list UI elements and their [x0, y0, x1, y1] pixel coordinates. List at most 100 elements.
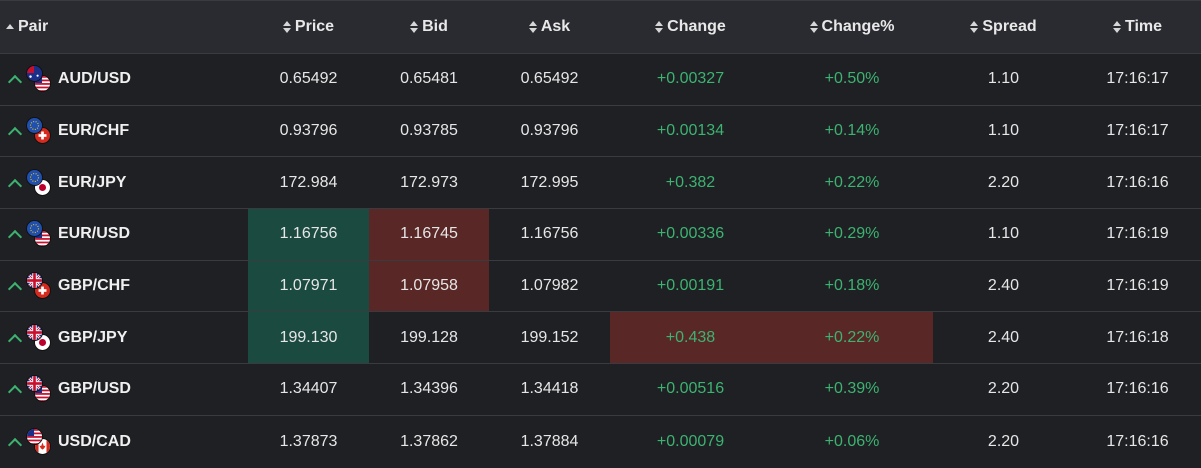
- trend-up-icon: [7, 178, 23, 193]
- pair-label: GBP/CHF: [58, 277, 130, 295]
- price-cell: 1.16756: [248, 209, 369, 260]
- pair-label: EUR/USD: [58, 225, 131, 243]
- flag-pair: [26, 117, 52, 145]
- spread-cell: 1.10: [987, 70, 1020, 88]
- table-row[interactable]: GBP/CHF 1.07971 1.07958 1.07982 +0.00191…: [0, 260, 1201, 313]
- time-cell: 17:16:19: [1106, 225, 1169, 243]
- ask-cell: 172.995: [520, 173, 579, 191]
- time-cell: 17:16:17: [1106, 122, 1169, 140]
- table-row[interactable]: EUR/USD 1.16756 1.16745 1.16756 +0.00336…: [0, 209, 1201, 261]
- flag-pair: [26, 427, 52, 456]
- price-cell: 199.130: [248, 312, 369, 364]
- table-row[interactable]: EUR/CHF 0.93796 0.93785 0.93796 +0.00134…: [0, 106, 1201, 158]
- uk-flag-icon: [26, 323, 43, 341]
- price-cell: 1.07971: [248, 260, 369, 312]
- change-cell: +0.00079: [656, 432, 725, 450]
- sort-icon: [410, 20, 419, 34]
- trend-up-icon: [7, 230, 23, 245]
- price-cell: 1.37873: [279, 432, 338, 450]
- table-row[interactable]: GBP/USD 1.34407 1.34396 1.34418 +0.00516…: [0, 364, 1201, 416]
- trend-up-icon: [7, 126, 23, 142]
- column-header-pair[interactable]: Pair: [0, 1, 248, 53]
- spread-cell: 2.20: [987, 173, 1020, 191]
- usa-flag-icon: [26, 427, 43, 445]
- flag-pair: [26, 220, 52, 248]
- change-pct-cell: +0.29%: [824, 225, 880, 243]
- change-cell: +0.00336: [656, 225, 725, 243]
- column-header-price[interactable]: Price: [248, 1, 369, 53]
- change-pct-cell: +0.18%: [824, 277, 880, 295]
- time-cell: 17:16:19: [1106, 277, 1169, 295]
- pair-cell: EUR/JPY: [0, 157, 248, 208]
- trend-up-icon: [7, 282, 23, 297]
- sort-icon: [282, 20, 291, 34]
- pair-cell: AUD/USD: [0, 54, 248, 105]
- column-header-change-label: Change: [667, 18, 726, 35]
- sort-icon: [809, 20, 818, 34]
- price-cell: 0.93796: [279, 122, 338, 140]
- table-header: Pair Price Bid Ask Change Change% Spread: [0, 1, 1201, 54]
- change-pct-cell: +0.14%: [824, 122, 880, 140]
- sort-icon: [1112, 20, 1121, 34]
- spread-cell: 1.10: [987, 122, 1020, 140]
- spread-cell: 2.40: [987, 328, 1020, 346]
- flag-pair: [26, 272, 52, 300]
- pair-cell: GBP/JPY: [0, 312, 248, 363]
- time-cell: 17:16:16: [1106, 380, 1169, 398]
- pair-cell: GBP/CHF: [0, 261, 248, 312]
- bid-cell: 172.973: [400, 173, 458, 191]
- column-header-bid[interactable]: Bid: [369, 1, 489, 53]
- column-header-pair-label: Pair: [18, 18, 49, 35]
- pair-label: EUR/CHF: [58, 122, 130, 140]
- table-row[interactable]: USD/CAD 1.37873 1.37862 1.37884 +0.00079…: [0, 416, 1201, 468]
- forex-quotes-table: Pair Price Bid Ask Change Change% Spread: [0, 0, 1201, 458]
- trend-up-icon: [7, 385, 23, 400]
- sort-icon: [970, 20, 979, 34]
- pair-label: USD/CAD: [58, 432, 131, 450]
- change-cell: +0.00191: [656, 277, 725, 295]
- column-header-change-pct-label: Change%: [821, 18, 895, 35]
- ask-cell: 1.16756: [520, 225, 579, 243]
- flag-pair: [26, 65, 52, 93]
- pair-label: AUD/USD: [58, 70, 131, 88]
- spread-cell: 1.10: [987, 225, 1020, 243]
- bid-cell: 199.128: [400, 328, 458, 346]
- change-pct-cell: +0.22%: [771, 312, 933, 364]
- flag-pair: [26, 323, 52, 352]
- bid-cell: 1.16745: [369, 209, 489, 260]
- trend-up-icon: [7, 437, 23, 452]
- column-header-spread-label: Spread: [982, 18, 1037, 35]
- column-header-time-label: Time: [1124, 18, 1163, 35]
- change-pct-cell: +0.50%: [824, 70, 880, 88]
- change-cell: +0.00134: [656, 122, 725, 140]
- column-header-ask-label: Ask: [540, 18, 571, 35]
- pair-cell: USD/CAD: [0, 416, 248, 468]
- pair-label: EUR/JPY: [58, 173, 127, 191]
- sort-icon: [655, 20, 664, 34]
- bid-cell: 0.93785: [400, 122, 458, 140]
- pair-label: GBP/JPY: [58, 328, 128, 346]
- column-header-spread[interactable]: Spread: [933, 1, 1074, 53]
- sort-icon: [528, 20, 537, 34]
- column-header-change-pct[interactable]: Change%: [771, 1, 933, 53]
- ask-cell: 1.07982: [520, 277, 579, 295]
- price-cell: 172.984: [279, 173, 338, 191]
- spread-cell: 2.20: [987, 380, 1020, 398]
- spread-cell: 2.20: [987, 432, 1020, 450]
- table-row[interactable]: EUR/JPY 172.984 172.973 172.995 +0.382 +…: [0, 157, 1201, 210]
- ask-cell: 1.37884: [520, 432, 579, 450]
- bid-cell: 1.37862: [400, 432, 458, 450]
- flag-pair: [26, 168, 52, 197]
- column-header-time[interactable]: Time: [1074, 1, 1201, 53]
- column-header-ask[interactable]: Ask: [489, 1, 610, 53]
- column-header-change[interactable]: Change: [610, 1, 771, 53]
- time-cell: 17:16:17: [1106, 70, 1169, 88]
- change-pct-cell: +0.06%: [824, 432, 880, 450]
- table-row[interactable]: GBP/JPY 199.130 199.128 199.152 +0.438 +…: [0, 312, 1201, 365]
- price-cell: 0.65492: [279, 70, 338, 88]
- spread-cell: 2.40: [987, 277, 1020, 295]
- table-row[interactable]: AUD/USD 0.65492 0.65481 0.65492 +0.00327…: [0, 54, 1201, 106]
- change-cell: +0.438: [610, 312, 771, 364]
- change-pct-cell: +0.39%: [824, 380, 880, 398]
- pair-cell: EUR/USD: [0, 209, 248, 260]
